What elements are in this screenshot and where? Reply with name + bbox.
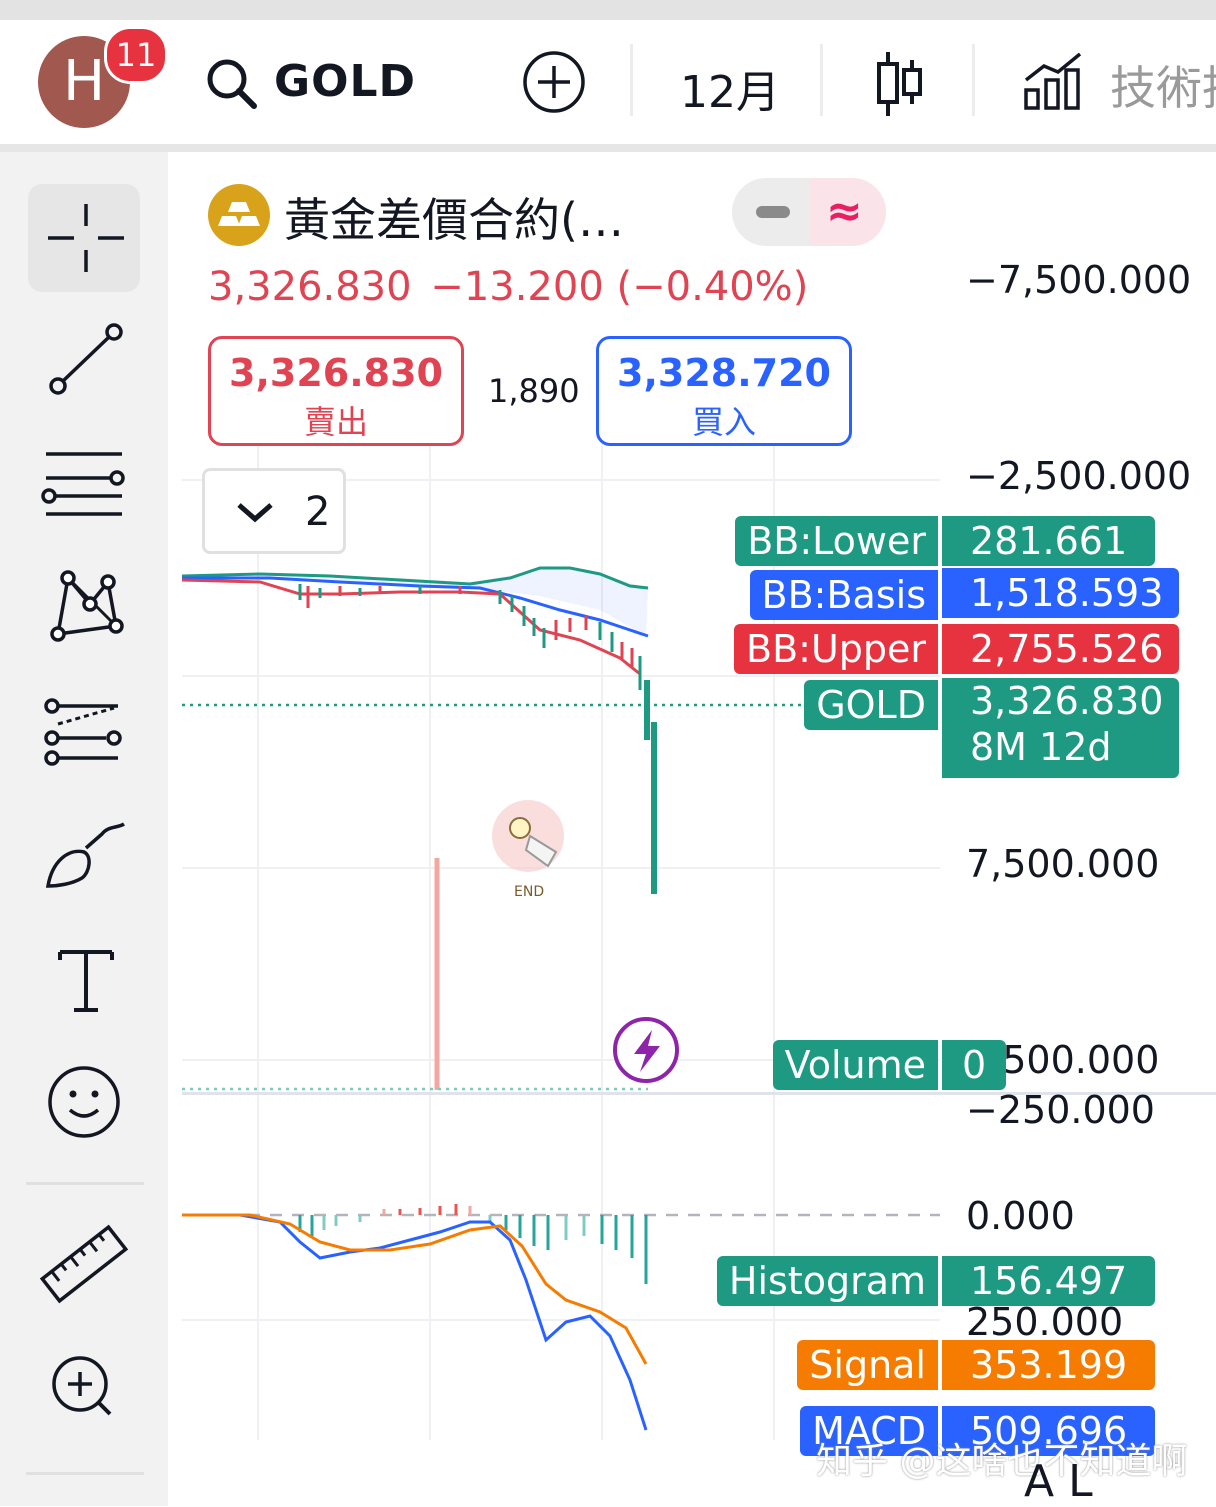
indicators-collapse-button[interactable]: 2: [202, 468, 346, 554]
volume-tag-name: Volume: [772, 1040, 938, 1090]
trendline-icon[interactable]: [28, 308, 140, 416]
histogram-tag-value: 156.497: [942, 1256, 1156, 1306]
buy-label: 買入: [691, 403, 756, 441]
end-label: END: [514, 884, 545, 900]
price-change: −13.200: [430, 264, 604, 310]
bb-upper-tag-value: 2,755.526: [942, 624, 1180, 674]
approx-icon[interactable]: ≈: [826, 186, 863, 237]
signal-line: [182, 1213, 648, 1365]
macd-axis-label: 250.000: [966, 1300, 1124, 1344]
minus-icon[interactable]: [756, 206, 790, 218]
toolbar-divider: [820, 44, 823, 116]
price-quote: 3,326.830 −13.200 (−0.40%): [208, 264, 808, 310]
bb-lower-tag-name: BB:Lower: [735, 516, 938, 566]
buy-price: 3,328.720: [617, 351, 831, 395]
indicators-chart-icon[interactable]: [1022, 50, 1084, 112]
gold-tag-name: GOLD: [804, 680, 938, 730]
text-icon[interactable]: [28, 928, 140, 1036]
sell-button[interactable]: 3,326.830 賣出: [208, 336, 464, 446]
candlestick-icon[interactable]: [874, 50, 926, 118]
gold-last-price: 3,326.830: [970, 679, 1164, 723]
bb-basis-tag-value: 1,518.593: [942, 568, 1180, 618]
macd-axis-label: −250.000: [966, 1088, 1155, 1132]
interval-button[interactable]: 12月: [680, 56, 780, 120]
drawing-toolbar: [0, 152, 168, 1506]
status-band: [0, 0, 1216, 20]
bottom-letters: A L: [1024, 1456, 1093, 1507]
gold-logo-icon: [208, 184, 270, 246]
ruler-icon[interactable]: [28, 1210, 140, 1318]
price-change-pct: (−0.40%): [616, 264, 809, 310]
bar-countdown: 8M 12d: [970, 725, 1112, 769]
end-sticker: [492, 800, 564, 872]
indicator-count: 2: [305, 489, 331, 535]
emoji-icon[interactable]: [28, 1048, 140, 1156]
sell-label: 賣出: [303, 403, 368, 441]
signal-tag-name: Signal: [797, 1340, 938, 1390]
replay-lightning-icon: [613, 1017, 679, 1083]
legend-toggle[interactable]: ≈: [732, 178, 886, 246]
search-icon[interactable]: [204, 56, 260, 112]
symbol-search-button[interactable]: GOLD: [274, 56, 416, 107]
parallel-lines-icon[interactable]: [28, 432, 140, 540]
macd-axis-label: 0.000: [966, 1194, 1075, 1238]
pattern-icon[interactable]: [28, 556, 140, 664]
spread-value: 1,890: [488, 372, 580, 410]
indicators-button-label[interactable]: 技術指: [1110, 52, 1216, 118]
toolbar-separator: [26, 1472, 144, 1475]
notification-badge: 11: [104, 26, 168, 84]
bb-lower-tag-value: 281.661: [942, 516, 1156, 566]
toolbar-divider: [972, 44, 975, 116]
price-axis-label: −7,500.000: [966, 258, 1192, 302]
watermark: 知乎 @这啥也不知道啊: [816, 1441, 1188, 1482]
fib-icon[interactable]: [28, 680, 140, 788]
brush-icon[interactable]: [28, 804, 140, 912]
bb-basis-tag-name: BB:Basis: [749, 570, 938, 620]
toolbar-divider: [630, 44, 633, 116]
toolbar-separator: [26, 1182, 144, 1185]
zoom-in-icon[interactable]: [28, 1332, 140, 1440]
plus-circle-icon[interactable]: [522, 50, 586, 114]
price-axis-label: −2,500.000: [966, 454, 1192, 498]
bb-upper-tag-name: BB:Upper: [734, 624, 938, 674]
signal-tag-value: 353.199: [942, 1340, 1156, 1390]
crosshair-icon[interactable]: [28, 184, 140, 292]
sell-price: 3,326.830: [229, 351, 443, 395]
buy-button[interactable]: 3,328.720 買入: [596, 336, 852, 446]
price-axis-label: 7,500.000: [966, 842, 1160, 886]
histogram-tag-name: Histogram: [716, 1256, 938, 1306]
volume-tag-value: 0: [942, 1040, 1007, 1090]
gold-tag-value: 3,326.830 8M 12d: [942, 678, 1180, 778]
instrument-title[interactable]: 黃金差價合約(…: [284, 184, 624, 250]
chevron-down-icon: [237, 503, 273, 523]
last-price: 3,326.830: [208, 264, 412, 310]
